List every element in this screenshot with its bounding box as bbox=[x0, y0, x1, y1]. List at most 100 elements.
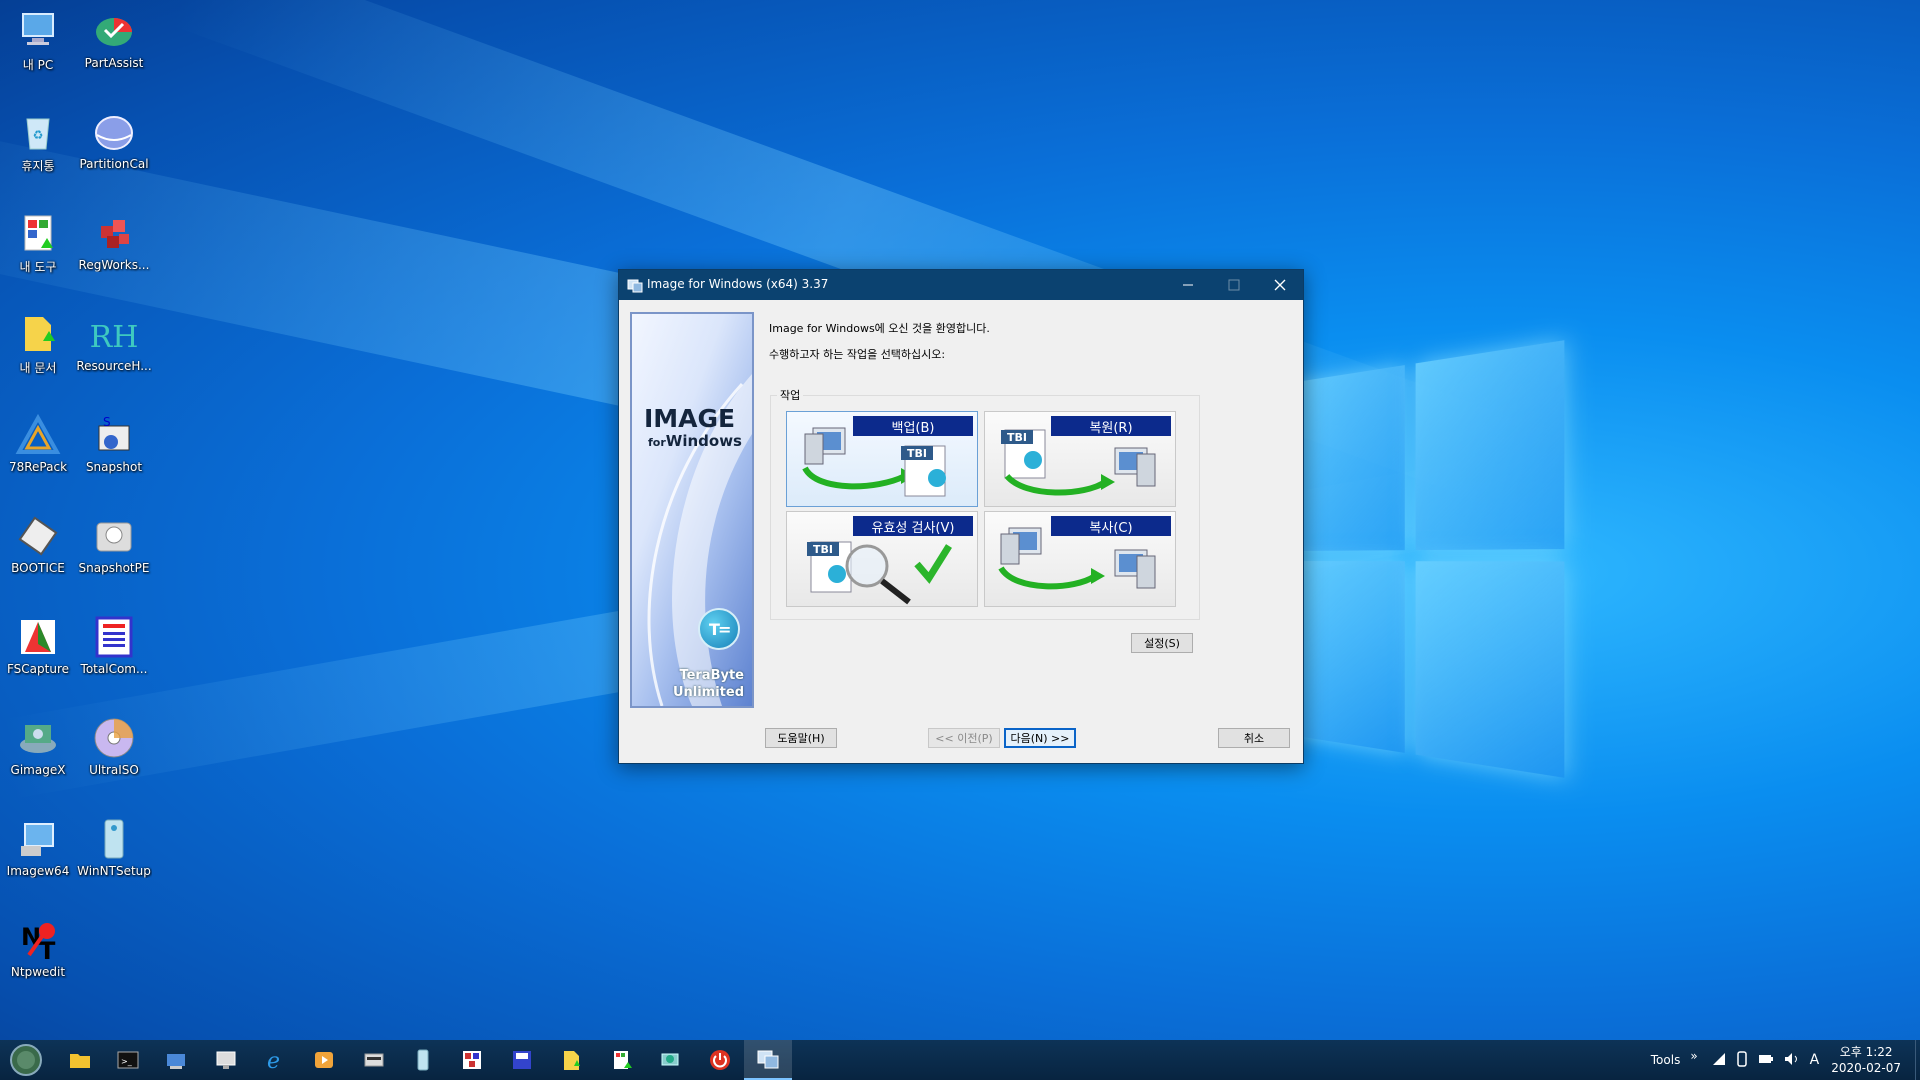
settings-button[interactable]: 설정(S) bbox=[1131, 633, 1193, 653]
media-player-icon bbox=[315, 1052, 333, 1068]
taskbar: >_ e Tools » A 오후 1:22 2020-02-07 bbox=[0, 1040, 1920, 1080]
gimagex-icon bbox=[15, 715, 61, 761]
taskbar-power[interactable] bbox=[696, 1040, 744, 1080]
volume-tray-icon[interactable] bbox=[1784, 1052, 1800, 1069]
taskbar-image-for-windows[interactable] bbox=[744, 1040, 792, 1080]
desktop-icon-partitioncal[interactable]: PartitionCal bbox=[76, 105, 152, 195]
banner-logo-for: for bbox=[648, 436, 666, 449]
next-button[interactable]: 다음(N) >> bbox=[1004, 728, 1076, 748]
desktop-icon-partassist[interactable]: PartAssist bbox=[76, 4, 152, 94]
disk-drive-icon bbox=[364, 1053, 384, 1067]
start-button[interactable] bbox=[2, 1040, 50, 1080]
taskbar-app-3[interactable] bbox=[152, 1040, 200, 1080]
desktop-icon-ultraiso[interactable]: UltraISO bbox=[76, 711, 152, 801]
resourcehacker-icon: RH bbox=[90, 311, 139, 357]
taskbar-file-explorer[interactable] bbox=[56, 1040, 104, 1080]
taskbar-media-player[interactable] bbox=[300, 1040, 348, 1080]
desktop-icon-winntsetup[interactable]: WinNTSetup bbox=[76, 812, 152, 902]
taskbar-app-8[interactable] bbox=[398, 1040, 446, 1080]
close-button[interactable] bbox=[1257, 270, 1303, 300]
desktop-icon-totalcommander[interactable]: TotalCom... bbox=[76, 610, 152, 700]
usb-tray-icon[interactable] bbox=[1736, 1050, 1748, 1070]
window-title: Image for Windows (x64) 3.37 bbox=[647, 277, 829, 291]
task-tile-restore[interactable]: 복원(R) TBI bbox=[984, 411, 1176, 507]
monitor-icon bbox=[216, 1051, 236, 1069]
desktop-icon-recycle-bin[interactable]: ♻ 휴지통 bbox=[0, 105, 76, 195]
desktop-icon-resourcehacker[interactable]: RH ResourceH... bbox=[76, 307, 152, 397]
task-group-label: 작업 bbox=[777, 387, 804, 403]
svg-text:TBI: TBI bbox=[813, 543, 833, 556]
icon-label: 내 도구 bbox=[19, 260, 57, 274]
task-tile-validate[interactable]: 유효성 검사(V) TBI bbox=[786, 511, 978, 607]
svg-text:TBI: TBI bbox=[1007, 431, 1027, 444]
taskbar-my-tools[interactable] bbox=[598, 1040, 646, 1080]
icon-label: Imagew64 bbox=[6, 864, 70, 878]
partassist-icon bbox=[91, 8, 137, 54]
desktop-icon-imagew64[interactable]: Imagew64 bbox=[0, 812, 76, 902]
recycle-bin-icon: ♻ bbox=[15, 109, 61, 155]
banner-logo-title: IMAGE bbox=[644, 404, 736, 433]
desktop-icon-my-tools[interactable]: 내 도구 bbox=[0, 206, 76, 296]
icon-label: 내 PC bbox=[22, 58, 54, 72]
desktop-icon-fscapture[interactable]: FSCapture bbox=[0, 610, 76, 700]
icon-label: 내 문서 bbox=[19, 361, 57, 375]
company-line-2: Unlimited bbox=[672, 685, 744, 700]
desktop-icon-snapshot[interactable]: S Snapshot bbox=[76, 408, 152, 498]
taskbar-app-9[interactable] bbox=[448, 1040, 496, 1080]
desktop-icon-ntpwedit[interactable]: NT Ntpwedit bbox=[0, 913, 76, 1003]
taskbar-total-commander[interactable] bbox=[498, 1040, 546, 1080]
task-tile-backup[interactable]: 백업(B) TBI bbox=[786, 411, 978, 507]
svg-text:RH: RH bbox=[91, 320, 137, 355]
tools-folder-icon bbox=[614, 1051, 632, 1069]
banner-swoosh bbox=[647, 374, 752, 706]
restore-illustration-icon: TBI bbox=[1001, 429, 1156, 496]
cancel-button[interactable]: 취소 bbox=[1218, 728, 1290, 748]
taskbar-internet-explorer[interactable]: e bbox=[252, 1040, 300, 1080]
desktop-icon-gimagex[interactable]: GimageX bbox=[0, 711, 76, 801]
fscapture-icon bbox=[15, 614, 61, 660]
battery-tray-icon[interactable] bbox=[1758, 1053, 1774, 1068]
taskbar-cmd[interactable]: >_ bbox=[104, 1040, 152, 1080]
tools-toolbar-label[interactable]: Tools bbox=[1651, 1053, 1681, 1067]
svg-text:T: T bbox=[39, 937, 56, 963]
show-desktop-button[interactable] bbox=[1915, 1040, 1920, 1080]
pc-icon bbox=[15, 8, 61, 54]
desktop-icon-my-pc[interactable]: 내 PC bbox=[0, 4, 76, 94]
ime-indicator[interactable]: A bbox=[1810, 1052, 1820, 1068]
system-tray: Tools » A 오후 1:22 2020-02-07 bbox=[1651, 1040, 1920, 1080]
banner-logo-subtitle: forWindows bbox=[648, 432, 742, 450]
taskbar-app-7[interactable] bbox=[350, 1040, 398, 1080]
icon-label: BOOTICE bbox=[11, 561, 65, 575]
desktop-icon-snapshotpe[interactable]: SnapshotPE bbox=[76, 509, 152, 599]
terminal-icon: >_ bbox=[117, 1051, 139, 1069]
desktop-icon-78repack[interactable]: 78RePack bbox=[0, 408, 76, 498]
repack-icon bbox=[15, 412, 61, 458]
taskbar-app-4[interactable] bbox=[202, 1040, 250, 1080]
winntsetup-icon bbox=[91, 816, 137, 862]
taskbar-network[interactable] bbox=[646, 1040, 694, 1080]
snapshotpe-icon bbox=[91, 513, 137, 559]
network-tray-icon[interactable] bbox=[1712, 1052, 1726, 1069]
icon-label: TotalCom... bbox=[80, 662, 148, 676]
clock[interactable]: 오후 1:22 2020-02-07 bbox=[1831, 1044, 1901, 1076]
toolbar-chevron[interactable]: » bbox=[1690, 1049, 1697, 1063]
validate-illustration-icon: TBI bbox=[807, 541, 952, 605]
title-bar[interactable]: Image for Windows (x64) 3.37 bbox=[619, 270, 1303, 300]
desktop-icon-regworkshop[interactable]: RegWorks... bbox=[76, 206, 152, 296]
internet-explorer-icon: e bbox=[267, 1049, 280, 1072]
desktop-background: 내 PC PartAssist ♻ 휴지통 PartitionCal 내 도구 … bbox=[0, 0, 1920, 1040]
imagew64-icon bbox=[15, 816, 61, 862]
minimize-button[interactable] bbox=[1165, 270, 1211, 300]
documents-folder-icon bbox=[15, 311, 61, 357]
desktop-icon-bootice[interactable]: BOOTICE bbox=[0, 509, 76, 599]
maximize-button[interactable] bbox=[1211, 270, 1257, 300]
ultraiso-icon bbox=[91, 715, 137, 761]
backup-illustration-icon: TBI bbox=[802, 427, 946, 497]
icon-label: SnapshotPE bbox=[78, 561, 150, 575]
desktop-icon-my-documents[interactable]: 내 문서 bbox=[0, 307, 76, 397]
icon-label: PartitionCal bbox=[79, 157, 149, 171]
help-button[interactable]: 도움말(H) bbox=[765, 728, 837, 748]
taskbar-my-documents[interactable] bbox=[548, 1040, 596, 1080]
prev-button[interactable]: << 이전(P) bbox=[928, 728, 1000, 748]
task-tile-copy[interactable]: 복사(C) bbox=[984, 511, 1176, 607]
